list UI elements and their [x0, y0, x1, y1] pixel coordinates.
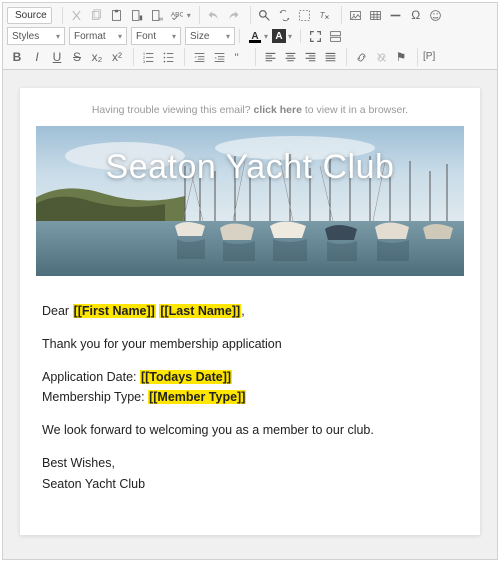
- chevron-down-icon: ▾: [226, 32, 230, 41]
- maximize-button[interactable]: [306, 27, 324, 45]
- styles-select[interactable]: Styles▾: [7, 27, 65, 45]
- preheader-prefix: Having trouble viewing this email?: [92, 104, 254, 116]
- chevron-down-icon[interactable]: ▾: [187, 11, 191, 20]
- preheader-link[interactable]: click here: [254, 104, 302, 116]
- token-date[interactable]: [[Todays Date]]: [140, 370, 232, 384]
- chevron-down-icon[interactable]: ▾: [264, 32, 268, 41]
- replace-button[interactable]: [276, 6, 294, 24]
- image-button[interactable]: [347, 6, 365, 24]
- table-button[interactable]: [367, 6, 385, 24]
- token-membertype[interactable]: [[Member Type]]: [148, 390, 246, 404]
- source-label: Source: [15, 10, 47, 21]
- specialchar-button[interactable]: Ω: [407, 6, 425, 24]
- emoji-button[interactable]: [427, 6, 445, 24]
- font-select[interactable]: Font▾: [131, 27, 181, 45]
- bgcolor-button[interactable]: A: [272, 29, 286, 43]
- paste-text-button[interactable]: [128, 6, 146, 24]
- greeting-line: Dear [[First Name]] [[Last Name]],: [42, 302, 458, 321]
- sig-line-1: Best Wishes,: [42, 454, 458, 473]
- bold-button[interactable]: B: [8, 48, 26, 66]
- selectall-button[interactable]: [296, 6, 314, 24]
- hero-title: Seaton Yacht Club: [36, 148, 464, 187]
- hr-button[interactable]: [387, 6, 405, 24]
- welcome-line: We look forward to welcoming you as a me…: [42, 421, 458, 440]
- alignjustify-button[interactable]: [321, 48, 339, 66]
- toolbar-row-3: B I U S x₂ x² 123 ": [7, 48, 493, 69]
- chevron-down-icon[interactable]: ▾: [288, 32, 292, 41]
- placeholder-button[interactable]: [P]: [423, 48, 435, 66]
- undo-button[interactable]: [205, 6, 223, 24]
- alignleft-button[interactable]: [261, 48, 279, 66]
- unlink-button[interactable]: [372, 48, 390, 66]
- email-card: Having trouble viewing this email? click…: [20, 88, 480, 535]
- subscript-button[interactable]: x₂: [88, 48, 106, 66]
- format-select[interactable]: Format▾: [69, 27, 127, 45]
- anchor-button[interactable]: ⚑: [392, 48, 410, 66]
- strike-button[interactable]: S: [68, 48, 86, 66]
- preheader: Having trouble viewing this email? click…: [36, 98, 464, 126]
- token-lastname[interactable]: [[Last Name]]: [159, 304, 241, 318]
- numlist-button[interactable]: 123: [139, 48, 157, 66]
- blockquote-button[interactable]: ": [230, 48, 248, 66]
- hero-image: Seaton Yacht Club: [36, 126, 464, 276]
- svg-text:w: w: [158, 16, 163, 22]
- showblocks-button[interactable]: [326, 27, 344, 45]
- paste-button[interactable]: [108, 6, 126, 24]
- textcolor-button[interactable]: A: [248, 29, 262, 43]
- aligncenter-button[interactable]: [281, 48, 299, 66]
- chevron-down-icon: ▾: [56, 32, 60, 41]
- svg-text:": ": [234, 51, 238, 63]
- app-date-line: Application Date: [[Todays Date]]: [42, 368, 458, 387]
- toolbar-row-1: Source w ABC ▾ T: [7, 6, 493, 27]
- editor-frame: Source w ABC ▾ T: [2, 2, 498, 560]
- thanks-line: Thank you for your membership applicatio…: [42, 335, 458, 354]
- sig-line-2: Seaton Yacht Club: [42, 475, 458, 494]
- copy-button[interactable]: [88, 6, 106, 24]
- member-type-line: Membership Type: [[Member Type]]: [42, 388, 458, 407]
- size-select[interactable]: Size▾: [185, 27, 235, 45]
- spellcheck-button[interactable]: ABC: [168, 6, 186, 24]
- link-button[interactable]: [352, 48, 370, 66]
- svg-text:T: T: [320, 10, 326, 19]
- alignright-button[interactable]: [301, 48, 319, 66]
- source-button[interactable]: Source: [7, 7, 52, 24]
- paste-word-button[interactable]: w: [148, 6, 166, 24]
- underline-button[interactable]: U: [48, 48, 66, 66]
- toolbar: Source w ABC ▾ T: [3, 3, 497, 70]
- preheader-suffix: to view it in a browser.: [302, 104, 408, 116]
- removeformat-button[interactable]: T: [316, 6, 334, 24]
- bullist-button[interactable]: [159, 48, 177, 66]
- toolbar-row-2: Styles▾ Format▾ Font▾ Size▾ A ▾ A ▾: [7, 27, 493, 48]
- outdent-button[interactable]: [190, 48, 208, 66]
- superscript-button[interactable]: x²: [108, 48, 126, 66]
- indent-button[interactable]: [210, 48, 228, 66]
- redo-button[interactable]: [225, 6, 243, 24]
- cut-button[interactable]: [68, 6, 86, 24]
- italic-button[interactable]: I: [28, 48, 46, 66]
- token-firstname[interactable]: [[First Name]]: [73, 304, 156, 318]
- svg-text:3: 3: [142, 59, 145, 64]
- chevron-down-icon: ▾: [172, 32, 176, 41]
- email-body[interactable]: Dear [[First Name]] [[Last Name]], Thank…: [36, 276, 464, 493]
- find-button[interactable]: [256, 6, 274, 24]
- chevron-down-icon: ▾: [118, 32, 122, 41]
- editor-canvas[interactable]: Having trouble viewing this email? click…: [3, 70, 497, 559]
